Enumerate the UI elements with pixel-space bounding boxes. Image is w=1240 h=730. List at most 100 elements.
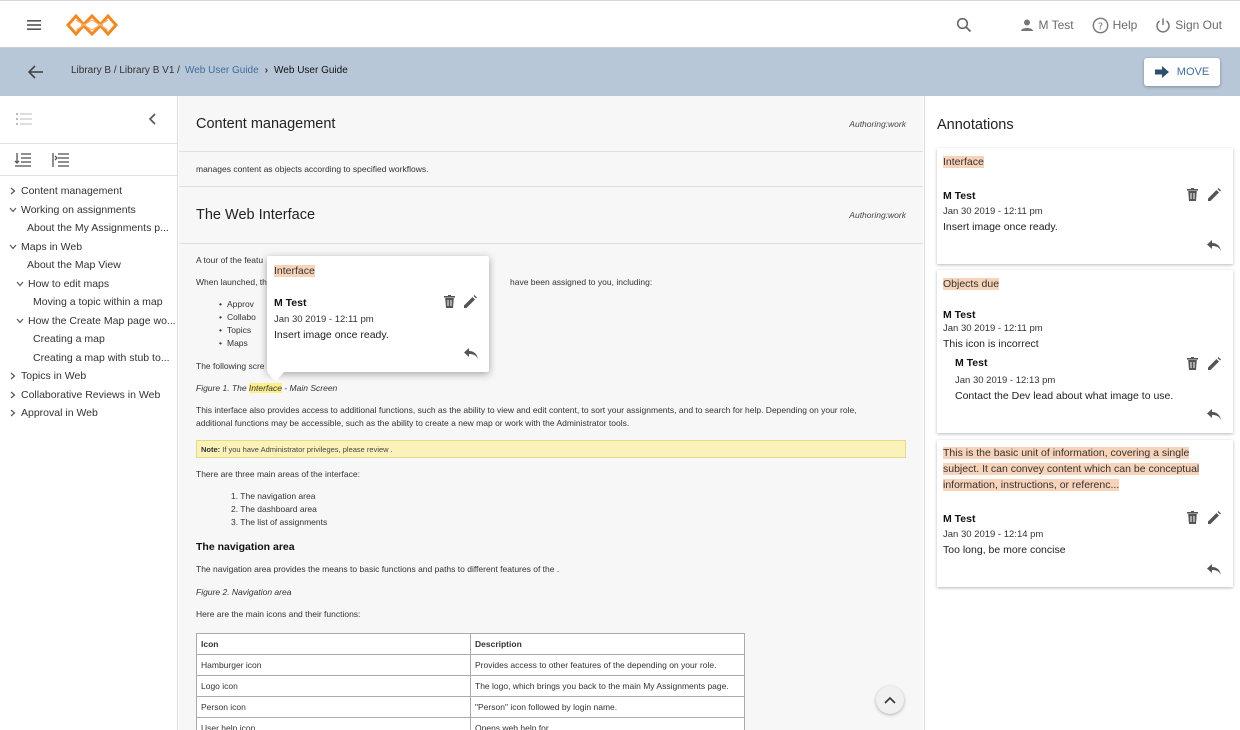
annotation-author: M Test — [274, 297, 307, 309]
section-author: Authoring:work — [849, 210, 906, 220]
toc-item[interactable]: Collaborative Reviews in Web — [0, 386, 177, 405]
toc-item-label: Content management — [21, 185, 122, 198]
reply-text: Contact the Dev lead about what image to… — [955, 390, 1174, 402]
indent-icon[interactable] — [52, 152, 70, 168]
annotation-date: Jan 30 2019 - 12:11 pm — [943, 323, 1043, 334]
table-row: Logo icon The logo, which brings you back… — [196, 675, 745, 697]
reply-icon[interactable] — [1207, 409, 1221, 420]
toc-item[interactable]: Creating a map with stub to... — [0, 349, 177, 368]
chevron-right-icon[interactable] — [7, 372, 19, 380]
bullet-list: • Approv • Collabo • Topics • Maps — [219, 298, 256, 350]
breadcrumb-path[interactable]: Library B / Library B V1 / — [71, 65, 180, 76]
toc-item-label: Approval in Web — [21, 407, 98, 420]
chevron-down-icon[interactable] — [14, 281, 26, 287]
list-icon — [16, 112, 32, 126]
toc-item[interactable]: How to edit maps — [0, 275, 177, 294]
toc-item[interactable]: Maps in Web — [0, 238, 177, 257]
breadcrumb-link[interactable]: Web User Guide — [185, 65, 259, 76]
section-title: The Web Interface — [196, 207, 316, 223]
toc-item-label: How to edit maps — [28, 277, 110, 290]
toc-item-label: Collaborative Reviews in Web — [21, 388, 161, 401]
annotation-card[interactable]: This is the basic unit of information, c… — [937, 440, 1233, 587]
list-item: 1. The navigation area — [231, 491, 316, 501]
toc-item[interactable]: How the Create Map page wo... — [0, 312, 177, 331]
paragraph: When launched, th — [196, 277, 267, 287]
delete-icon[interactable] — [444, 295, 455, 308]
chevron-down-icon[interactable] — [14, 318, 26, 324]
popup-pointer — [268, 372, 284, 381]
annotation-quote: This is the basic unit of information, c… — [943, 447, 1200, 491]
edit-icon[interactable] — [1208, 188, 1221, 201]
section-header: Content management Authoring:work — [179, 96, 923, 152]
paragraph: The navigation area provides the means t… — [196, 564, 560, 574]
expand-all-icon[interactable] — [14, 152, 32, 168]
annotation-quote: Objects due — [943, 278, 1000, 290]
annotation-popup: Interface M Test Jan 30 2019 - 12:11 pm … — [267, 256, 489, 380]
reply-icon[interactable] — [1207, 240, 1221, 251]
toc-item[interactable]: Creating a map — [0, 330, 177, 349]
chevron-down-icon[interactable] — [7, 244, 19, 250]
list-item: • Collabo — [219, 312, 256, 322]
toc-item-label: Working on assignments — [21, 203, 136, 216]
help-icon: ? — [1092, 17, 1113, 34]
annotation-card[interactable]: Objects due M Test Jan 30 2019 - 12:11 p… — [937, 270, 1233, 433]
paragraph: Here are the main icons and their functi… — [196, 609, 361, 619]
annotation-card[interactable]: Interface M Test Jan 30 2019 - 12:11 pm … — [937, 148, 1233, 264]
breadcrumb-current: Web User Guide — [274, 65, 348, 76]
delete-icon[interactable] — [1187, 188, 1198, 201]
toc-item[interactable]: Approval in Web — [0, 404, 177, 423]
list-item: 3. The list of assignments — [231, 517, 328, 527]
toc-item[interactable]: About the Map View — [0, 256, 177, 275]
scroll-top-button[interactable] — [876, 686, 904, 714]
annotation-text: Insert image once ready. — [274, 329, 389, 341]
toc-item-label: Topics in Web — [21, 370, 87, 383]
chevron-right-icon[interactable] — [7, 187, 19, 195]
logo-icon[interactable] — [65, 11, 119, 39]
annotations-title: Annotations — [937, 117, 1014, 133]
back-arrow-icon[interactable] — [26, 62, 46, 82]
move-arrow-icon — [1154, 66, 1177, 78]
highlighted-text[interactable]: Interface — [248, 383, 282, 393]
sign-out-button[interactable]: Sign Out — [1155, 17, 1222, 33]
toc-item-label: How the Create Map page wo... — [28, 314, 176, 327]
annotation-text: This icon is incorrect — [943, 338, 1039, 350]
move-button[interactable]: MOVE — [1144, 58, 1220, 86]
paragraph: have been assigned to you, including: — [510, 277, 653, 287]
annotation-date: Jan 30 2019 - 12:14 pm — [943, 529, 1044, 540]
reply-icon[interactable] — [464, 348, 478, 359]
toc-item[interactable]: Content management — [0, 182, 177, 201]
toc-item-label: Creating a map with stub to... — [33, 351, 170, 364]
edit-icon[interactable] — [1208, 357, 1221, 370]
svg-text:?: ? — [1097, 21, 1102, 32]
toc-item[interactable]: About the My Assignments p... — [0, 219, 177, 238]
reply-icon[interactable] — [1207, 564, 1221, 575]
delete-icon[interactable] — [1187, 357, 1198, 370]
toc-item-label: Moving a topic within a map — [33, 296, 163, 309]
table-header: Description — [470, 633, 745, 655]
search-icon[interactable] — [956, 17, 976, 33]
table-cell: Opens web help for . — [470, 717, 745, 730]
figure-caption: Figure 2. Navigation area — [196, 587, 292, 597]
subheading: The navigation area — [196, 541, 295, 553]
toc-item[interactable]: Topics in Web — [0, 367, 177, 386]
chevron-down-icon[interactable] — [7, 207, 19, 213]
toc-item[interactable]: Moving a topic within a map — [0, 293, 177, 312]
delete-icon[interactable] — [1187, 511, 1198, 524]
table-header: Icon — [196, 633, 471, 655]
user-menu[interactable]: M Test — [1020, 18, 1074, 32]
move-label: MOVE — [1176, 66, 1210, 78]
paragraph: additional functions may be accessible, … — [196, 418, 630, 428]
edit-icon[interactable] — [464, 295, 477, 308]
edit-icon[interactable] — [1208, 511, 1221, 524]
toc-item[interactable]: Working on assignments — [0, 201, 177, 220]
chevron-right-icon[interactable] — [7, 409, 19, 417]
document-content: Content management Authoring:work manage… — [179, 96, 923, 730]
chevron-right-icon: › — [264, 65, 269, 76]
help-button[interactable]: ? Help — [1092, 17, 1137, 34]
hamburger-icon[interactable] — [24, 14, 46, 36]
collapse-sidebar-icon[interactable] — [148, 112, 158, 126]
annotation-author: M Test — [943, 190, 976, 202]
chevron-right-icon[interactable] — [7, 391, 19, 399]
annotation-quote: Interface — [274, 265, 315, 277]
paragraph: There are three main areas of the interf… — [196, 469, 360, 479]
